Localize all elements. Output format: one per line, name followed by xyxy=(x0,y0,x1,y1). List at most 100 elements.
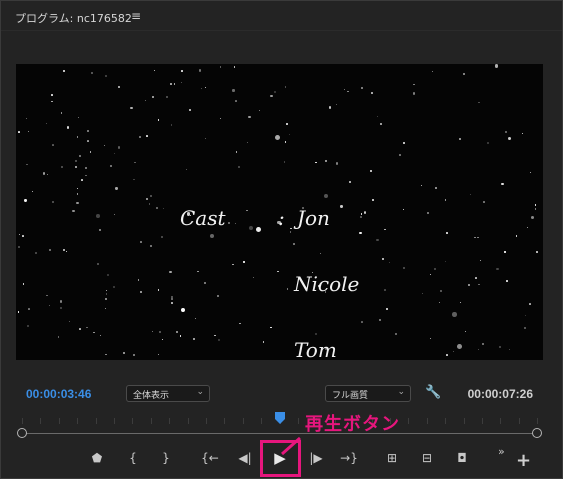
star-particle xyxy=(217,338,220,341)
zoom-select[interactable]: 全体表示 ⌄ xyxy=(126,385,210,402)
star-particle xyxy=(227,222,231,225)
star-particle xyxy=(69,320,71,323)
ruler-tick xyxy=(500,418,502,424)
star-particle xyxy=(412,92,416,95)
star-particle xyxy=(96,263,99,265)
star-particle xyxy=(446,232,449,234)
star-particle xyxy=(473,236,476,239)
star-particle xyxy=(27,324,30,327)
star-particle xyxy=(140,291,143,294)
star-particle xyxy=(246,141,249,144)
star-particle xyxy=(462,72,465,75)
star-particle xyxy=(86,326,88,329)
star-particle xyxy=(325,160,327,162)
timeline-start-handle[interactable] xyxy=(17,428,27,438)
star-particle xyxy=(292,243,295,246)
mark-in-icon[interactable]: { xyxy=(122,447,144,469)
playback-resolution-select[interactable]: フル画質 ⌄ xyxy=(325,385,411,402)
star-particle xyxy=(205,137,207,139)
ruler-tick xyxy=(114,418,115,424)
mark-out-icon[interactable]: } xyxy=(155,447,177,469)
star-particle xyxy=(113,213,115,216)
star-particle xyxy=(201,88,203,90)
step-forward-icon[interactable]: |▶ xyxy=(305,447,327,469)
hamburger-menu-icon[interactable]: ≡ xyxy=(131,9,141,23)
go-to-in-icon[interactable]: {← xyxy=(199,447,221,469)
star-particle xyxy=(133,353,136,356)
star-particle xyxy=(103,145,106,147)
step-back-icon[interactable]: ◀| xyxy=(234,447,256,469)
star-particle xyxy=(515,234,518,237)
star-particle xyxy=(150,244,153,248)
star-particle xyxy=(185,169,187,171)
star-particle xyxy=(335,104,337,106)
star-particle xyxy=(51,144,54,146)
extract-icon[interactable]: ⊟ xyxy=(416,447,438,469)
program-viewer[interactable]: Cast : Jon Nicole Tom xyxy=(16,64,543,360)
star-particle xyxy=(28,308,30,310)
star-particle xyxy=(89,151,91,153)
star-particle xyxy=(161,236,164,239)
star-particle xyxy=(130,107,133,110)
wrench-icon[interactable]: 🔧 xyxy=(425,385,441,400)
go-to-out-icon[interactable]: →} xyxy=(338,447,360,469)
star-particle xyxy=(98,228,101,231)
star-particle xyxy=(464,331,466,333)
star-particle xyxy=(290,231,292,233)
star-particle xyxy=(180,81,182,84)
star-particle xyxy=(219,66,222,68)
star-particle xyxy=(478,101,480,104)
star-particle xyxy=(452,311,457,317)
star-particle xyxy=(176,330,179,333)
panel-divider xyxy=(1,30,562,31)
timeline-end-handle[interactable] xyxy=(532,428,542,438)
star-particle xyxy=(46,123,48,125)
star-particle xyxy=(529,303,531,305)
star-particle xyxy=(139,241,142,243)
camera-icon[interactable]: ◘ xyxy=(451,447,473,469)
star-particle xyxy=(446,354,448,356)
star-particle xyxy=(429,338,431,340)
star-particle xyxy=(62,248,66,252)
playhead-icon[interactable] xyxy=(275,412,285,424)
star-particle xyxy=(483,200,485,203)
star-particle xyxy=(426,211,429,214)
star-particle xyxy=(84,174,87,177)
star-particle xyxy=(433,267,437,270)
star-particle xyxy=(17,246,20,248)
star-particle xyxy=(320,252,322,254)
panel-title[interactable]: プログラム: nc176582 xyxy=(15,10,132,26)
ruler-tick xyxy=(482,418,483,424)
star-particle xyxy=(105,298,108,301)
star-particle xyxy=(169,271,172,274)
marker-icon[interactable]: ⬟ xyxy=(86,447,108,469)
star-particle xyxy=(430,273,432,275)
star-particle xyxy=(134,161,136,164)
star-particle xyxy=(530,216,534,220)
star-particle xyxy=(149,194,152,197)
ruler-tick xyxy=(77,418,79,424)
chevron-down-icon: ⌄ xyxy=(196,387,204,397)
star-particle xyxy=(87,129,90,132)
button-editor-icon[interactable]: + xyxy=(516,450,531,471)
timeline-bar[interactable] xyxy=(22,433,537,434)
more-buttons-icon[interactable]: » xyxy=(498,445,505,458)
star-particle xyxy=(311,271,313,273)
star-particle xyxy=(162,207,164,209)
star-particle xyxy=(382,258,385,261)
star-particle xyxy=(181,70,184,73)
current-timecode[interactable]: 00:00:03:46 xyxy=(26,387,91,401)
panel-header: プログラム: nc176582 ≡ xyxy=(1,1,562,31)
star-particle xyxy=(24,199,27,202)
ruler-tick xyxy=(206,418,207,424)
star-particle xyxy=(104,307,106,309)
star-particle xyxy=(378,319,382,322)
star-particle xyxy=(79,328,81,330)
ruler-tick xyxy=(408,418,410,424)
lift-icon[interactable]: ⊞ xyxy=(381,447,403,469)
star-particle xyxy=(170,82,172,85)
star-particle xyxy=(386,307,389,310)
star-particle xyxy=(78,155,81,158)
star-particle xyxy=(96,213,100,218)
star-particle xyxy=(475,277,477,279)
